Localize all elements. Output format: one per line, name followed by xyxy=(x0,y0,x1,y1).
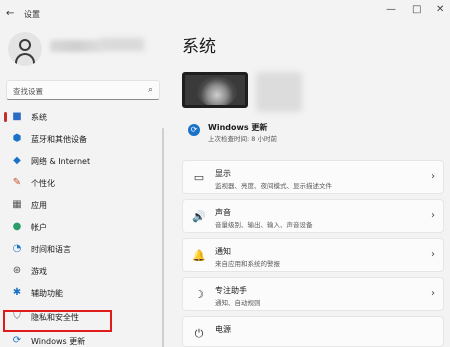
card-focus-assist[interactable]: ☽ 专注助手 通知、自动规则 › xyxy=(182,277,444,311)
sidebar-item-label: 网络 & Internet xyxy=(31,157,91,166)
bluetooth-icon: ⬢ xyxy=(12,133,22,144)
sidebar-item-label: 蓝牙和其他设备 xyxy=(31,135,87,144)
card-description: 通知、自动规则 xyxy=(215,299,261,307)
page-title: 系统 xyxy=(182,37,216,57)
sidebar-item-network[interactable]: ◆ 网络 & Internet xyxy=(0,150,164,172)
card-title: 通知 xyxy=(215,247,231,256)
windows-update-icon: ⟳ xyxy=(188,124,200,136)
update-icon: ⟳ xyxy=(12,335,22,346)
card-description: 监视器、亮度、夜间模式、显示描述文件 xyxy=(215,182,332,190)
sidebar-scrollbar[interactable] xyxy=(162,128,164,347)
bell-icon: 🔔 xyxy=(192,249,206,262)
card-description: 来自应用和系统的警报 xyxy=(215,260,280,268)
gamepad-icon: ⊛ xyxy=(12,265,22,276)
chevron-right-icon: › xyxy=(431,288,435,299)
sidebar-item-label: 辅助功能 xyxy=(31,289,63,298)
account-icon: ● xyxy=(12,221,22,232)
apps-icon: ▦ xyxy=(12,199,22,210)
minimize-icon[interactable]: — xyxy=(386,4,396,15)
card-title: 电源 xyxy=(215,325,231,334)
main-content: 系统 ⟳ Windows 更新 上次检查时间: 8 小时前 ▭ 显示 监视器、亮… xyxy=(168,28,450,347)
sidebar-item-time-language[interactable]: ◔ 时间和语言 xyxy=(0,238,164,260)
sidebar-item-accounts[interactable]: ● 帐户 xyxy=(0,216,164,238)
privacy-highlight-box xyxy=(3,310,112,332)
blurred-device-name xyxy=(256,72,302,112)
card-title: 专注助手 xyxy=(215,286,247,295)
title-bar: ← 设置 — □ ✕ xyxy=(0,0,450,28)
system-icon: ■ xyxy=(12,111,22,122)
sidebar-item-label: 系统 xyxy=(31,113,47,122)
card-notifications[interactable]: 🔔 通知 来自应用和系统的警报 › xyxy=(182,238,444,272)
blurred-email xyxy=(100,38,144,51)
search-placeholder: 查找设置 xyxy=(13,87,43,96)
sidebar-item-label: Windows 更新 xyxy=(31,337,86,346)
brush-icon: ✎ xyxy=(12,177,22,188)
chevron-right-icon: › xyxy=(431,249,435,260)
card-sound[interactable]: 🔊 声音 音量级别、输出、输入、声音设备 › xyxy=(182,199,444,233)
card-power[interactable]: ⏻ 电源 xyxy=(182,316,444,347)
card-display[interactable]: ▭ 显示 监视器、亮度、夜间模式、显示描述文件 › xyxy=(182,160,444,194)
sidebar-item-label: 个性化 xyxy=(31,179,55,188)
maximize-icon[interactable]: □ xyxy=(412,4,421,15)
avatar-body-icon xyxy=(15,53,35,66)
moon-icon: ☽ xyxy=(194,288,204,301)
card-description: 音量级别、输出、输入、声音设备 xyxy=(215,221,313,229)
wallpaper-image xyxy=(197,77,237,105)
chevron-right-icon: › xyxy=(431,171,435,182)
clock-globe-icon: ◔ xyxy=(12,243,22,254)
windows-update-subtitle: 上次检查时间: 8 小时前 xyxy=(208,135,277,143)
sidebar-item-bluetooth[interactable]: ⬢ 蓝牙和其他设备 xyxy=(0,128,164,150)
search-input[interactable]: 查找设置 ⌕ xyxy=(6,80,160,100)
sidebar-item-gaming[interactable]: ⊛ 游戏 xyxy=(0,260,164,282)
sidebar-item-apps[interactable]: ▦ 应用 xyxy=(0,194,164,216)
accessibility-icon: ✱ xyxy=(12,287,22,298)
app-title: 设置 xyxy=(24,10,40,19)
sidebar-item-windows-update[interactable]: ⟳ Windows 更新 xyxy=(0,330,164,347)
speaker-icon: 🔊 xyxy=(192,210,206,223)
active-indicator xyxy=(4,112,7,122)
chevron-right-icon: › xyxy=(431,210,435,221)
card-title: 声音 xyxy=(215,208,231,217)
card-title: 显示 xyxy=(215,169,231,178)
network-icon: ◆ xyxy=(13,155,21,166)
sidebar-item-accessibility[interactable]: ✱ 辅助功能 xyxy=(0,282,164,304)
avatar[interactable] xyxy=(8,32,42,66)
sidebar: 查找设置 ⌕ ■ 系统 ⬢ 蓝牙和其他设备 ◆ 网络 & Internet ✎ … xyxy=(0,28,164,347)
blurred-username xyxy=(50,40,102,52)
sidebar-item-label: 帐户 xyxy=(31,223,47,232)
sidebar-item-personalization[interactable]: ✎ 个性化 xyxy=(0,172,164,194)
search-icon: ⌕ xyxy=(147,85,153,95)
close-icon[interactable]: ✕ xyxy=(436,4,444,15)
back-arrow-icon[interactable]: ← xyxy=(6,8,14,19)
sidebar-item-system[interactable]: ■ 系统 xyxy=(0,106,164,128)
power-icon: ⏻ xyxy=(194,327,204,340)
windows-update-title[interactable]: Windows 更新 xyxy=(208,122,267,133)
avatar-head-icon xyxy=(19,39,31,51)
sidebar-item-label: 游戏 xyxy=(31,267,47,276)
device-thumbnail xyxy=(182,72,248,108)
sidebar-item-label: 应用 xyxy=(31,201,47,210)
sidebar-item-label: 时间和语言 xyxy=(31,245,71,254)
monitor-icon: ▭ xyxy=(193,171,205,184)
